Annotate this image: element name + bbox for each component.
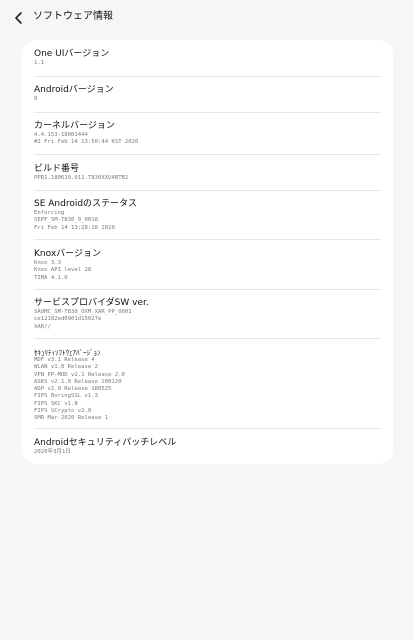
item-value: PPR1.180610.011.T830XXU4BTB2 (34, 175, 129, 181)
info-item-service-provider-sw-version[interactable]: サービスプロバイダSW ver. SAOMC_SM-T830_OXM_XAR_P… (34, 290, 381, 338)
info-item-security-software-version[interactable]: ｾｷｭﾘﾃｨｿﾌﾄｳｪｱﾊﾞｰｼﾞｮﾝ MDF v3.1 Release 4 W… (34, 339, 381, 428)
item-title: ビルド番号 (34, 164, 80, 174)
item-value: 9 (34, 96, 38, 102)
info-item-knox-version[interactable]: Knoxバージョン Knox 3.3 Knox API level 28 TIM… (34, 240, 381, 289)
info-item-one-ui-version[interactable]: One UIバージョン 1.1 (34, 40, 381, 76)
item-value: MDF v3.1 Release 4 WLAN v1.0 Release 2 V… (34, 357, 125, 422)
item-value: Enforcing SEPF_SM-T830_9_0018 Fri Feb 14… (34, 210, 115, 231)
software-info-card: One UIバージョン 1.1 Androidバージョン 9 カーネルバージョン… (22, 40, 393, 464)
item-title: Knoxバージョン (34, 249, 101, 259)
info-item-kernel-version[interactable]: カーネルバージョン 4.4.153-18001444 #2 Fri Feb 14… (34, 113, 381, 154)
item-value: Knox 3.3 Knox API level 28 TIMA 4.1.0 (34, 260, 92, 281)
item-title: カーネルバージョン (34, 121, 115, 131)
item-title: One UIバージョン (34, 49, 110, 59)
info-item-android-version[interactable]: Androidバージョン 9 (34, 77, 381, 112)
item-value: SAOMC_SM-T830_OXM_XAR_PP_0001 ce12182ed0… (34, 309, 132, 330)
chevron-left-icon (15, 12, 22, 24)
item-title: Androidバージョン (34, 85, 114, 95)
item-title: SE Androidのステータス (34, 199, 138, 209)
item-value: 1.1 (34, 60, 45, 66)
page-title: ソフトウェア情報 (33, 11, 113, 22)
item-title: サービスプロバイダSW ver. (34, 298, 149, 308)
item-value: 4.4.153-18001444 #2 Fri Feb 14 13:50:44 … (34, 132, 139, 146)
header-bar: ソフトウェア情報 (0, 0, 414, 36)
info-item-android-security-patch-level[interactable]: Androidセキュリティパッチレベル 2020年3月1日 (34, 429, 381, 464)
item-value: 2020年3月1日 (34, 449, 71, 455)
back-button[interactable] (9, 8, 29, 28)
info-item-build-number[interactable]: ビルド番号 PPR1.180610.011.T830XXU4BTB2 (34, 155, 381, 190)
info-item-se-android-status[interactable]: SE Androidのステータス Enforcing SEPF_SM-T830_… (34, 191, 381, 239)
item-title: Androidセキュリティパッチレベル (34, 438, 177, 448)
